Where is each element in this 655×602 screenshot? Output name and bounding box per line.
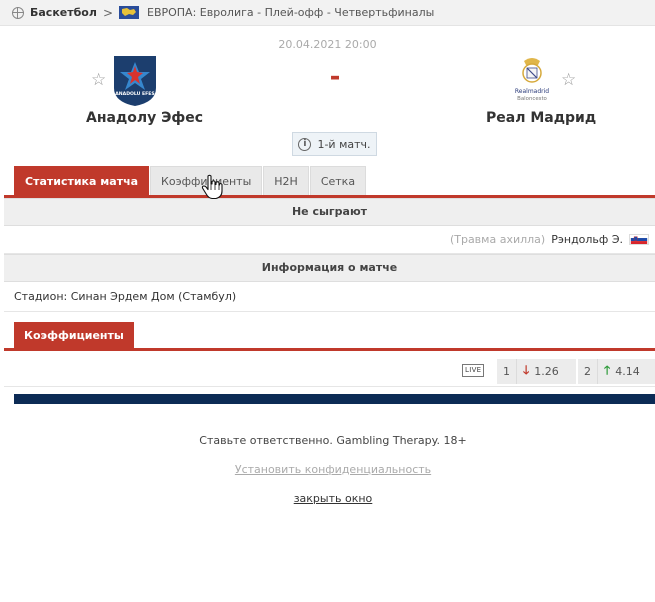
odds-away-value: 4.14 [615,365,640,378]
away-team-name[interactable]: Реал Мадрид [486,110,596,126]
favorite-home-star-icon[interactable]: ☆ [91,70,106,90]
home-logo-text: ANADOLU EFES [115,91,155,97]
stadium-text: Стадион: Синан Эрдем Дом (Стамбул) [14,290,237,303]
arrow-up-icon: 🡑 [604,363,611,377]
away-logo-text-1: Realmadrid [515,88,549,95]
match-tabs: Статистика матча Коэффициенты H2H Сетка [14,166,367,195]
odds-away-label: 2 [578,359,598,384]
odds-row: LIVE 1 🡓 1.26 2 🡑 4.14 [4,357,655,387]
breadcrumb-league-link[interactable]: ЕВРОПА: Евролига - Плей-офф - Четвертьфи… [147,6,434,19]
breadcrumb-sport-link[interactable]: Баскетбол [30,6,97,19]
breadcrumb-chevron-icon: > [102,5,113,20]
match-info-badge[interactable]: i 1-й матч. [292,132,377,156]
live-badge: LIVE [462,364,485,377]
arrow-down-icon: 🡓 [523,363,530,377]
away-team-logo[interactable]: Realmadrid Baloncesto [508,55,556,107]
info-icon: i [298,137,312,151]
close-window-link[interactable]: закрыть окно [0,492,655,505]
missing-player-row: (Травма ахилла) Рэндольф Э. [4,226,655,254]
match-info-heading: Информация о матче [4,254,655,282]
basketball-icon [12,6,24,19]
home-team-logo[interactable]: ANADOLU EFES [110,52,160,108]
missing-players-heading: Не сыграют [4,198,655,226]
home-team-name[interactable]: Анадолу Эфес [86,110,203,126]
missing-player-name[interactable]: Рэндольф Э. [551,233,623,246]
away-logo-text-2: Baloncesto [517,96,547,102]
odds-away-cell[interactable]: 2 🡑 4.14 [578,359,655,384]
hand-cursor-icon [201,174,223,200]
odds-home-label: 1 [497,359,517,384]
match-date: 20.04.2021 20:00 [278,38,377,51]
match-info-badge-label: 1-й матч. [317,137,371,151]
favorite-away-star-icon[interactable]: ☆ [561,70,576,90]
odds-section-tab[interactable]: Коэффициенты [14,322,134,349]
privacy-settings-link[interactable]: Установить конфиденциальность [0,463,655,476]
tab-match-stats[interactable]: Статистика матча [14,166,150,195]
slovenia-flag-icon [629,234,649,245]
europe-flag-icon [119,6,139,19]
tab-h2h[interactable]: H2H [263,166,309,195]
responsible-gambling-text: Ставьте ответственно. Gambling Therapy. … [199,434,467,447]
odds-home-value: 1.26 [534,365,559,378]
tab-bracket[interactable]: Сетка [309,166,367,195]
match-score: - [329,62,341,92]
odds-underline [4,348,655,351]
navy-divider-bar [14,394,655,404]
stadium-row: Стадион: Синан Эрдем Дом (Стамбул) [4,282,655,312]
odds-home-cell[interactable]: 1 🡓 1.26 [497,359,576,384]
injury-reason: (Травма ахилла) [449,233,546,246]
breadcrumb: Баскетбол > ЕВРОПА: Евролига - Плей-офф … [0,0,655,26]
